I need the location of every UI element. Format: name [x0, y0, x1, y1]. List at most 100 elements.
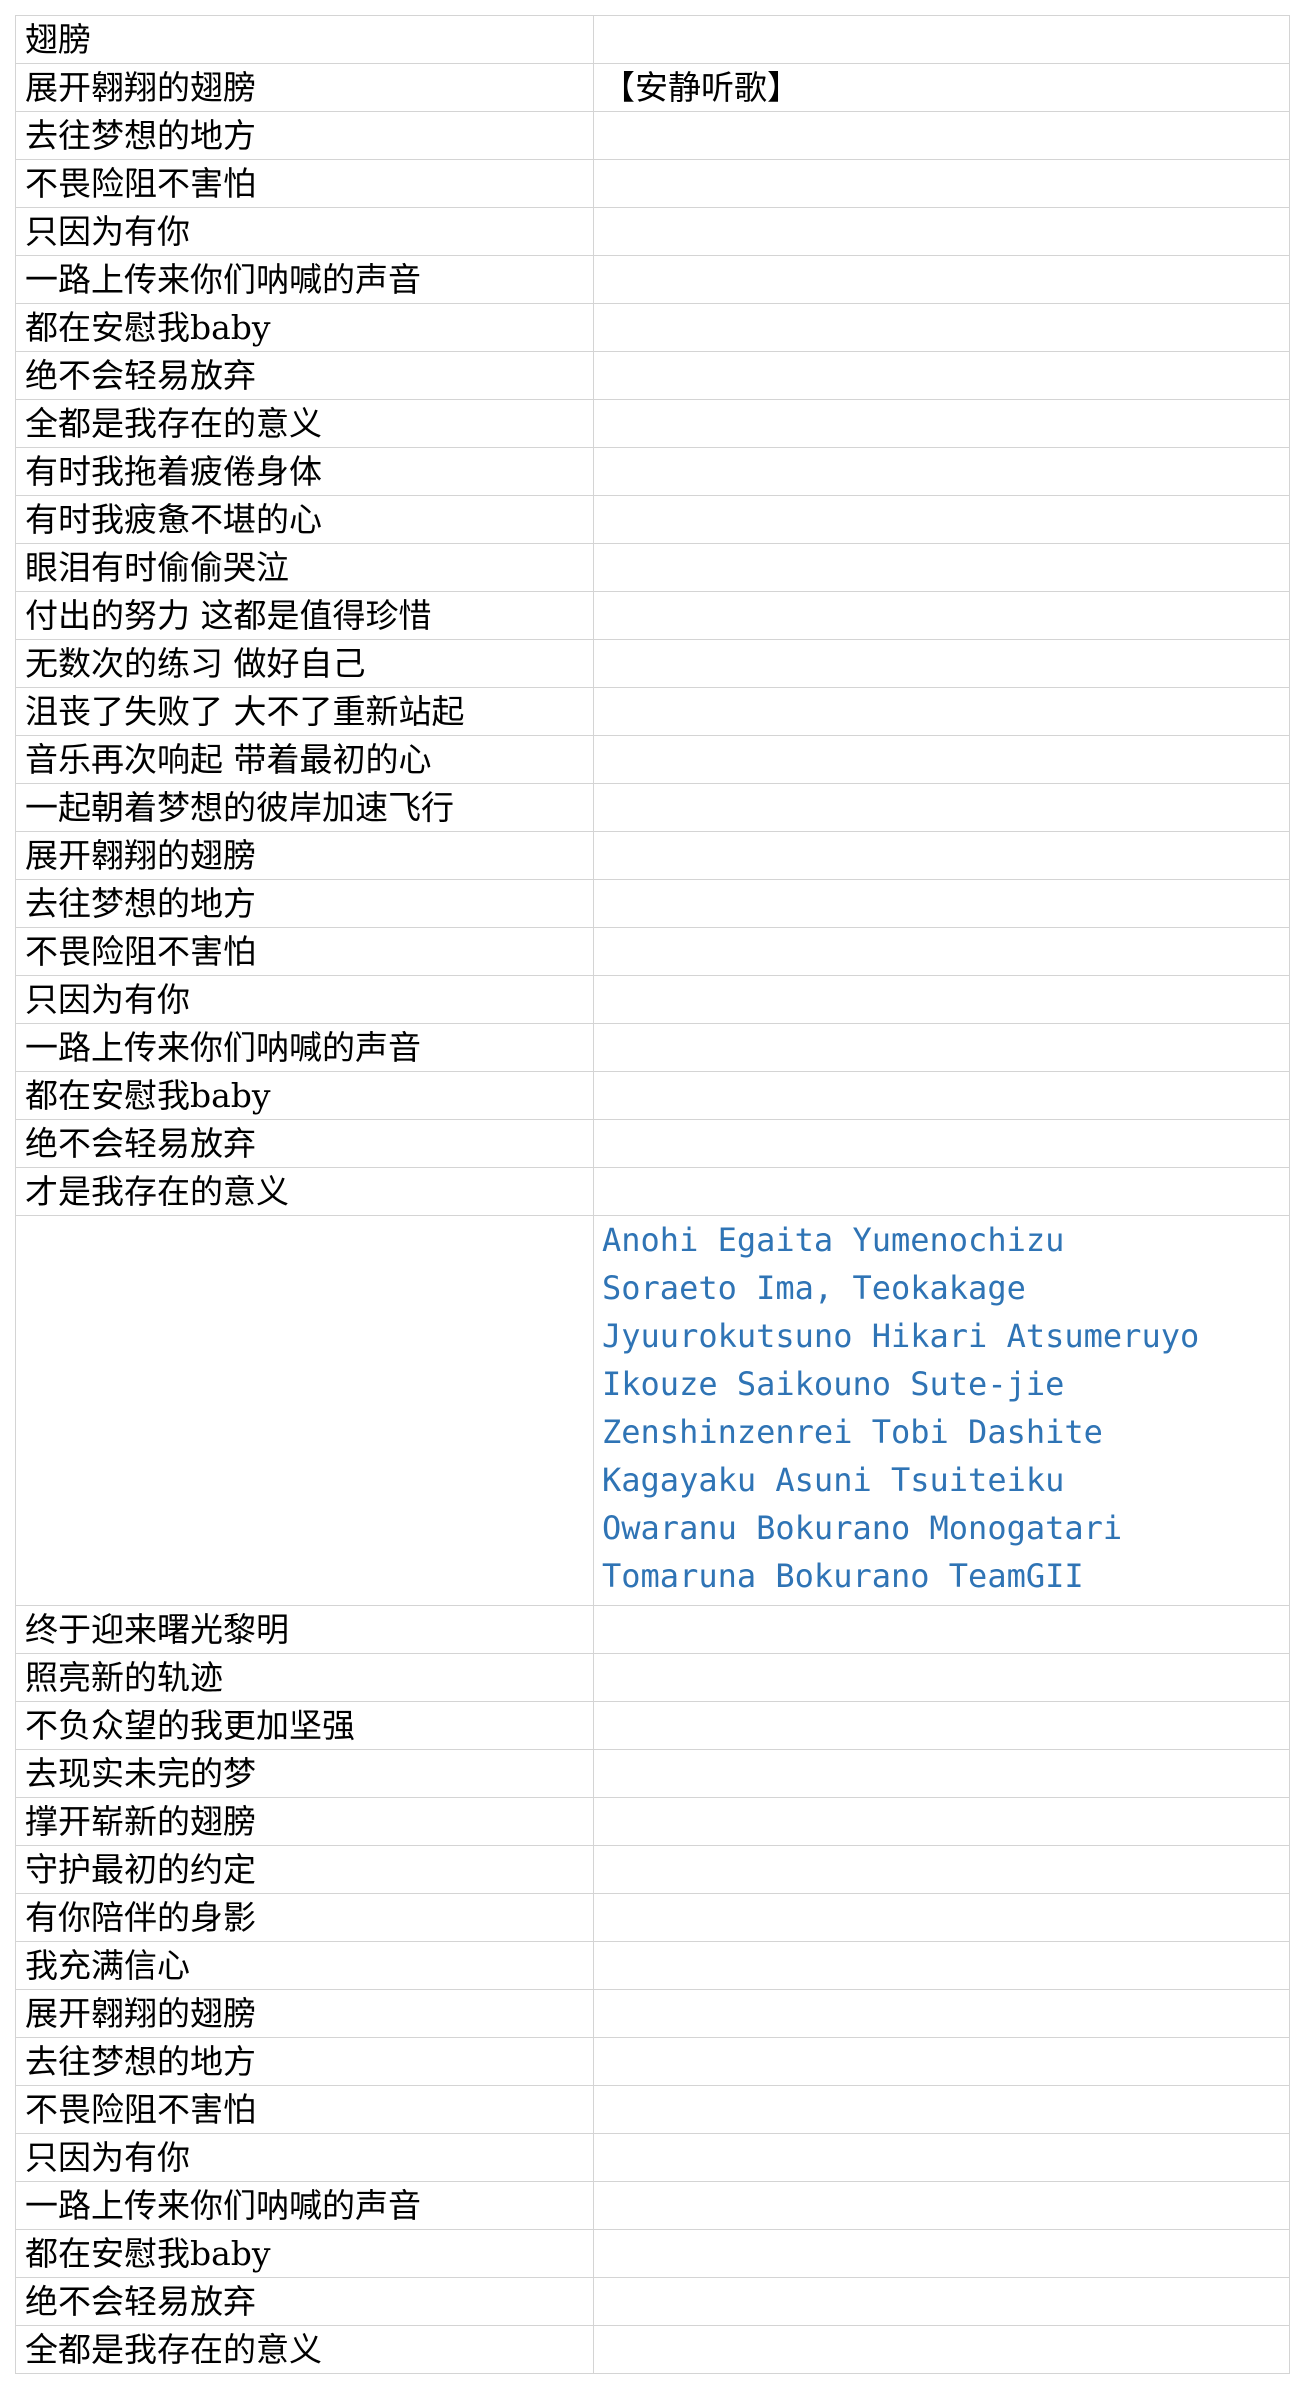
cell-empty[interactable]	[593, 591, 1290, 640]
cell-lyric[interactable]: 不负众望的我更加坚强	[15, 1701, 594, 1750]
cell-lyric[interactable]: 我充满信心	[15, 1941, 594, 1990]
cell-empty[interactable]	[593, 303, 1290, 352]
sheet-row: 一路上传来你们呐喊的声音	[15, 255, 1290, 304]
cell-empty[interactable]	[593, 879, 1290, 928]
cell-lyric[interactable]: 去现实未完的梦	[15, 1749, 594, 1798]
cell-lyric[interactable]: 只因为有你	[15, 2133, 594, 2182]
cell-empty[interactable]	[593, 255, 1290, 304]
cell-empty[interactable]	[593, 159, 1290, 208]
cell-empty[interactable]	[593, 687, 1290, 736]
cell-empty[interactable]	[593, 399, 1290, 448]
cell-empty[interactable]	[593, 2277, 1290, 2326]
cell-empty[interactable]	[593, 2325, 1290, 2374]
cell-empty[interactable]	[593, 207, 1290, 256]
cell-lyric[interactable]: 绝不会轻易放弃	[15, 1119, 594, 1168]
cell-lyric[interactable]: 展开翱翔的翅膀	[15, 63, 594, 112]
cell-lyric[interactable]: 照亮新的轨迹	[15, 1653, 594, 1702]
cell-lyric[interactable]: 都在安慰我baby	[15, 2229, 594, 2278]
cell-lyric[interactable]: 全都是我存在的意义	[15, 2325, 594, 2374]
cell-lyric[interactable]: 沮丧了失败了 大不了重新站起	[15, 687, 594, 736]
cell-lyric[interactable]: 全都是我存在的意义	[15, 399, 594, 448]
cell-lyric[interactable]: 有时我拖着疲倦身体	[15, 447, 594, 496]
cell-empty[interactable]	[593, 1167, 1290, 1216]
cell-lyric[interactable]: 展开翱翔的翅膀	[15, 1989, 594, 2038]
cell-lyric[interactable]: 一路上传来你们呐喊的声音	[15, 1023, 594, 1072]
cell-lyric[interactable]: 展开翱翔的翅膀	[15, 831, 594, 880]
cell-lyric[interactable]: 都在安慰我baby	[15, 303, 594, 352]
cell-lyric[interactable]: 绝不会轻易放弃	[15, 351, 594, 400]
sheet-row: 撑开崭新的翅膀	[15, 1797, 1290, 1846]
cell-empty[interactable]	[593, 1023, 1290, 1072]
cell-lyric[interactable]: 有时我疲惫不堪的心	[15, 495, 594, 544]
cell-empty[interactable]	[593, 831, 1290, 880]
cell-lyric[interactable]: 眼泪有时偷偷哭泣	[15, 543, 594, 592]
sheet-row: 去往梦想的地方	[15, 879, 1290, 928]
cell-lyric[interactable]: 撑开崭新的翅膀	[15, 1797, 594, 1846]
cell-empty[interactable]	[593, 639, 1290, 688]
sheet-row: 眼泪有时偷偷哭泣	[15, 543, 1290, 592]
sheet-row: 展开翱翔的翅膀	[15, 1989, 1290, 2038]
cell-lyric[interactable]: 一起朝着梦想的彼岸加速飞行	[15, 783, 594, 832]
cell-lyric[interactable]: 终于迎来曙光黎明	[15, 1605, 594, 1654]
cell-empty[interactable]	[593, 543, 1290, 592]
cell-empty[interactable]	[593, 1605, 1290, 1654]
cell-empty[interactable]	[593, 2133, 1290, 2182]
cell-empty[interactable]	[593, 1893, 1290, 1942]
sheet-row: 绝不会轻易放弃	[15, 2277, 1290, 2326]
sheet-row: 都在安慰我baby	[15, 2229, 1290, 2278]
cell-lyric[interactable]: 不畏险阻不害怕	[15, 159, 594, 208]
cell-lyric[interactable]: 才是我存在的意义	[15, 1167, 594, 1216]
cell-lyric[interactable]: 去往梦想的地方	[15, 2037, 594, 2086]
cell-empty[interactable]	[593, 783, 1290, 832]
cell-empty[interactable]	[593, 1701, 1290, 1750]
cell-note[interactable]: 【安静听歌】	[593, 63, 1290, 112]
cell-lyric[interactable]: 有你陪伴的身影	[15, 1893, 594, 1942]
cell-empty[interactable]	[593, 1071, 1290, 1120]
cell-lyric[interactable]: 无数次的练习 做好自己	[15, 639, 594, 688]
sheet-row: 沮丧了失败了 大不了重新站起	[15, 687, 1290, 736]
sheet-row: 去往梦想的地方	[15, 111, 1290, 160]
cell-empty[interactable]	[593, 2085, 1290, 2134]
cell-empty[interactable]	[593, 1797, 1290, 1846]
cell-lyric[interactable]: 只因为有你	[15, 207, 594, 256]
cell-empty[interactable]	[593, 927, 1290, 976]
cell-empty[interactable]	[593, 1653, 1290, 1702]
cell-empty[interactable]	[593, 1749, 1290, 1798]
cell-empty[interactable]	[15, 1215, 594, 1606]
cell-lyric[interactable]: 绝不会轻易放弃	[15, 2277, 594, 2326]
cell-empty[interactable]	[593, 2181, 1290, 2230]
romaji-line: Zenshinzenrei Tobi Dashite	[602, 1413, 1103, 1451]
cell-empty[interactable]	[593, 1989, 1290, 2038]
cell-lyric[interactable]: 音乐再次响起 带着最初的心	[15, 735, 594, 784]
cell-lyric[interactable]: 只因为有你	[15, 975, 594, 1024]
cell-lyric[interactable]: 翅膀	[15, 15, 594, 64]
cell-empty[interactable]	[593, 735, 1290, 784]
cell-lyric[interactable]: 一路上传来你们呐喊的声音	[15, 2181, 594, 2230]
cell-lyric[interactable]: 守护最初的约定	[15, 1845, 594, 1894]
cell-empty[interactable]	[593, 111, 1290, 160]
cell-empty[interactable]	[593, 2229, 1290, 2278]
cell-empty[interactable]	[593, 1845, 1290, 1894]
romaji-row: Anohi Egaita Yumenochizu Soraeto Ima, Teo…	[15, 1215, 1290, 1606]
cell-lyric[interactable]: 去往梦想的地方	[15, 879, 594, 928]
cell-empty[interactable]	[593, 975, 1290, 1024]
cell-empty[interactable]	[593, 447, 1290, 496]
romaji-line: Anohi Egaita Yumenochizu	[602, 1221, 1065, 1259]
cell-empty[interactable]	[593, 351, 1290, 400]
cell-empty[interactable]	[593, 15, 1290, 64]
cell-empty[interactable]	[593, 495, 1290, 544]
cell-lyric[interactable]: 不畏险阻不害怕	[15, 2085, 594, 2134]
sheet-row: 无数次的练习 做好自己	[15, 639, 1290, 688]
sheet-row: 去现实未完的梦	[15, 1749, 1290, 1798]
cell-empty[interactable]	[593, 1119, 1290, 1168]
cell-lyric[interactable]: 不畏险阻不害怕	[15, 927, 594, 976]
cell-lyric[interactable]: 去往梦想的地方	[15, 111, 594, 160]
cell-lyric[interactable]: 付出的努力 这都是值得珍惜	[15, 591, 594, 640]
cell-lyric[interactable]: 都在安慰我baby	[15, 1071, 594, 1120]
cell-romaji-lyrics[interactable]: Anohi Egaita Yumenochizu Soraeto Ima, Teo…	[593, 1215, 1290, 1606]
cell-empty[interactable]	[593, 2037, 1290, 2086]
cell-empty[interactable]	[593, 1941, 1290, 1990]
sheet-row: 去往梦想的地方	[15, 2037, 1290, 2086]
cell-lyric[interactable]: 一路上传来你们呐喊的声音	[15, 255, 594, 304]
sheet-row: 一起朝着梦想的彼岸加速飞行	[15, 783, 1290, 832]
